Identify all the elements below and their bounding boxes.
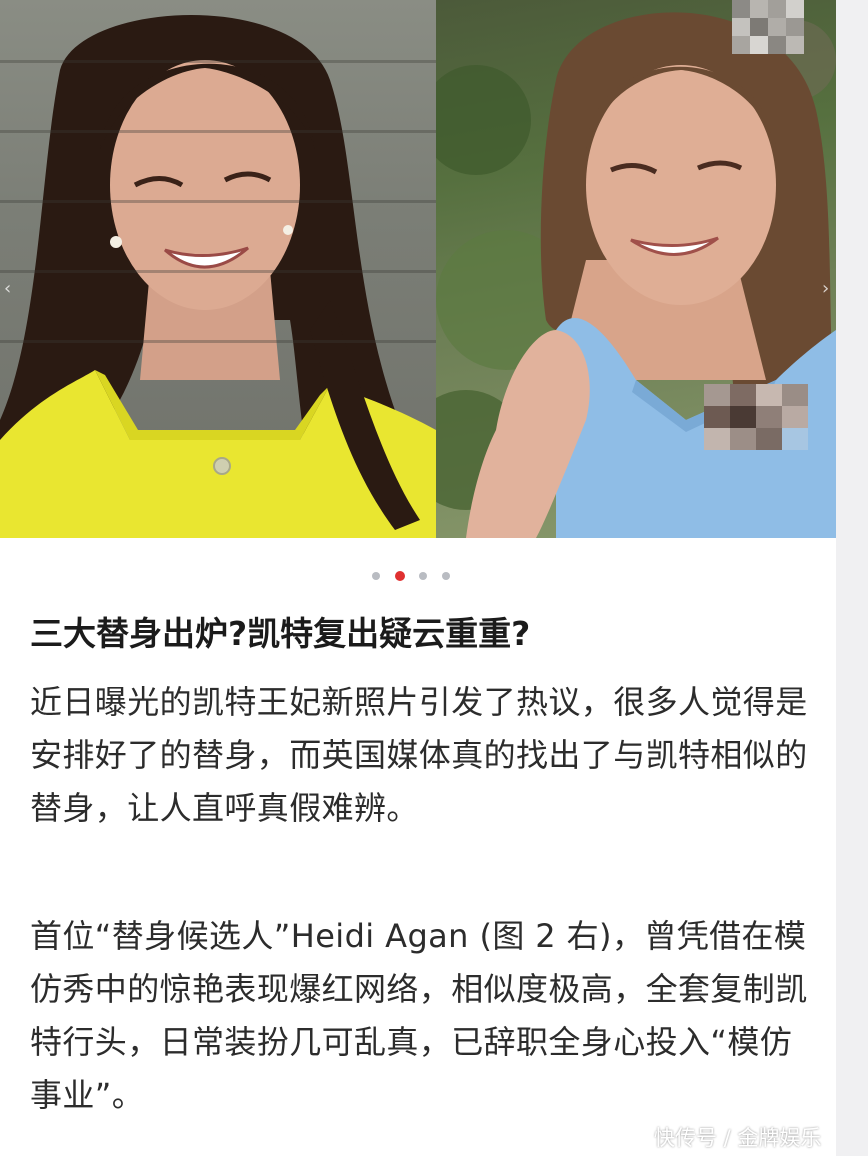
watermark-text: 快传号 / 金牌娱乐	[654, 1126, 822, 1150]
photo-carousel[interactable]: ‹ ›	[0, 0, 836, 538]
pagination-dot[interactable]	[419, 572, 428, 580]
article-card: ‹ › 三大替身出炉?凯特复出疑云重重? 近日曝光的凯特王妃新照片引发了热议，很…	[0, 0, 836, 1156]
pagination-dot-active[interactable]	[394, 571, 405, 581]
screen-edge	[836, 0, 868, 1156]
pagination-dot[interactable]	[441, 572, 450, 580]
carousel-pagination	[372, 570, 450, 582]
portrait-blue-dress-image	[436, 12, 836, 538]
carousel-prev-icon[interactable]: ‹	[4, 280, 11, 298]
portrait-yellow-dress-image	[0, 15, 436, 538]
article-paragraph-1: 近日曝光的凯特王妃新照片引发了热议，很多人觉得是安排好了的替身，而英国媒体真的找…	[30, 683, 808, 827]
article-title: 三大替身出炉?凯特复出疑云重重?	[30, 614, 531, 653]
photo-right-blue-dress: ›	[436, 0, 836, 538]
mosaic-censor-top	[732, 0, 804, 54]
article-paragraph-2: 首位“替身候选人”Heidi Agan (图 2 右)，曾凭借在模仿秀中的惊艳表…	[30, 917, 808, 1114]
mosaic-censor-chest	[704, 384, 808, 450]
carousel-next-icon[interactable]: ›	[822, 280, 829, 298]
pagination-dot[interactable]	[372, 572, 380, 580]
photo-left-yellow-dress: ‹	[0, 0, 436, 538]
